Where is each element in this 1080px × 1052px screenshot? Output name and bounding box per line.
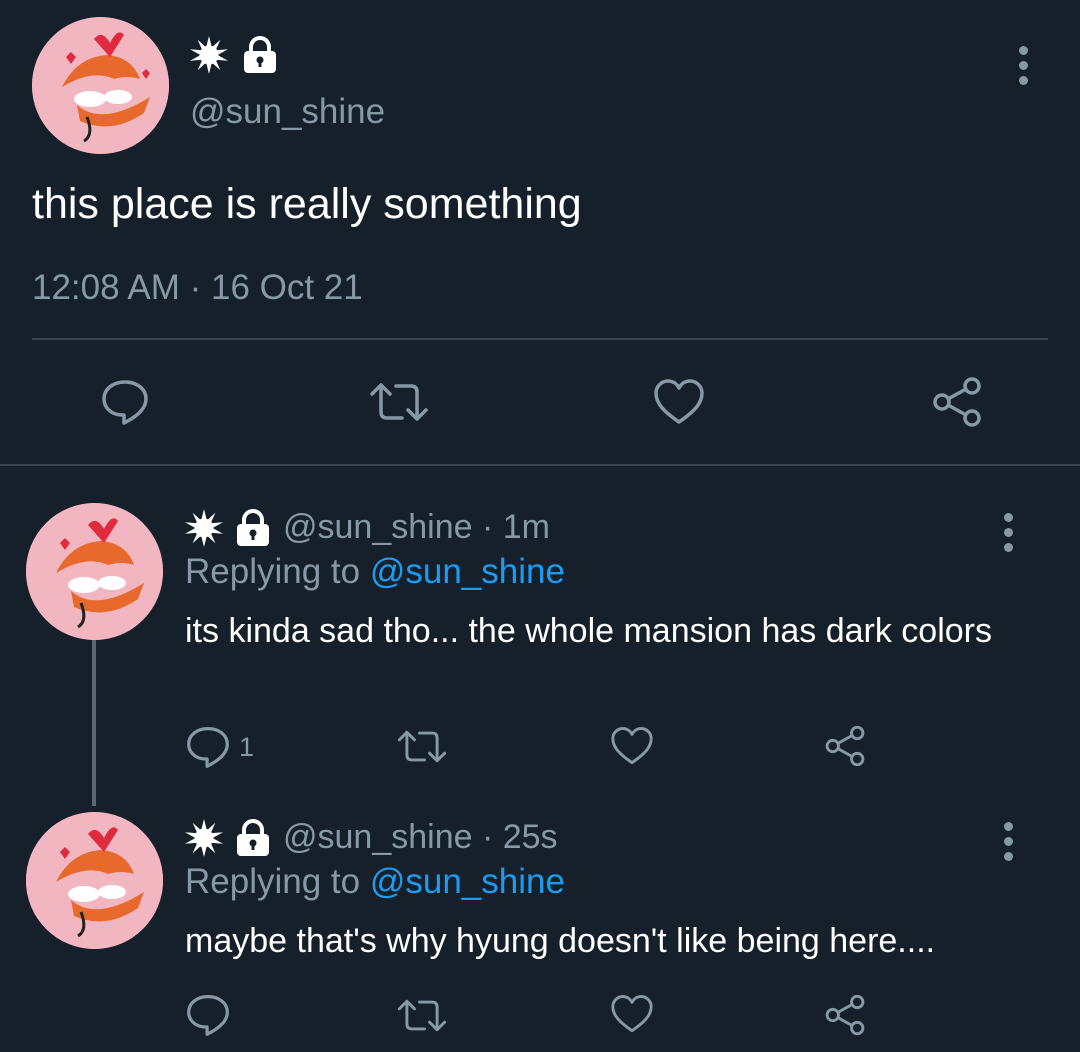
retweet-icon (370, 383, 428, 421)
more-options-icon[interactable] (1004, 513, 1013, 552)
like-button[interactable] (610, 726, 654, 766)
sun-icon (185, 508, 223, 547)
comment-icon (187, 994, 229, 1036)
like-button[interactable] (653, 378, 705, 426)
lock-icon (235, 818, 271, 857)
divider (0, 464, 1080, 466)
retweet-button[interactable] (368, 380, 430, 424)
comment-button[interactable]: 1 (185, 724, 254, 770)
reply-header: @sun_shine · 25s (185, 818, 558, 857)
share-button[interactable] (930, 377, 984, 427)
comment-icon (187, 726, 229, 768)
tweet-text: this place is really something (32, 180, 582, 228)
share-icon (933, 377, 981, 427)
user-handle[interactable]: @sun_shine (190, 92, 385, 132)
replying-to-link[interactable]: @sun_shine (370, 862, 565, 901)
tweet-timestamp: 12:08 AM · 16 Oct 21 (32, 268, 363, 307)
reply-handle-time[interactable]: @sun_shine · 1m (283, 508, 550, 547)
heart-icon (611, 727, 653, 765)
retweet-button[interactable] (396, 997, 448, 1034)
comment-button[interactable] (185, 992, 239, 1038)
comment-count: 1 (239, 731, 255, 762)
retweet-button[interactable] (396, 728, 448, 765)
avatar-image (32, 17, 169, 154)
reply-text: maybe that's why hyung doesn't like bein… (185, 922, 936, 960)
lock-icon (242, 36, 278, 74)
share-icon (825, 994, 865, 1036)
more-options-icon[interactable] (1019, 46, 1028, 85)
divider (32, 338, 1048, 340)
avatar[interactable] (26, 503, 163, 640)
reply-text: its kinda sad tho... the whole mansion h… (185, 612, 992, 650)
replying-to-label: Replying to (185, 552, 370, 591)
share-icon (825, 725, 865, 767)
sun-icon (185, 818, 223, 857)
user-name-icons (190, 36, 278, 74)
retweet-icon (397, 999, 447, 1032)
share-button[interactable] (823, 994, 867, 1036)
reply-header: @sun_shine · 1m (185, 508, 550, 547)
replying-to-link[interactable]: @sun_shine (370, 552, 565, 591)
more-options-icon[interactable] (1004, 822, 1013, 861)
replying-to-label: Replying to (185, 862, 370, 901)
avatar-image (26, 812, 163, 949)
avatar[interactable] (32, 17, 169, 154)
thread-connector (92, 640, 96, 806)
avatar[interactable] (26, 812, 163, 949)
lock-icon (235, 508, 271, 547)
replying-to: Replying to @sun_shine (185, 552, 565, 592)
like-button[interactable] (610, 994, 654, 1034)
heart-icon (654, 379, 704, 424)
replying-to: Replying to @sun_shine (185, 862, 565, 902)
comment-icon (102, 380, 148, 425)
reply-handle-time[interactable]: @sun_shine · 25s (283, 818, 558, 857)
avatar-image (26, 503, 163, 640)
heart-icon (611, 995, 653, 1033)
comment-button[interactable] (100, 377, 150, 427)
retweet-icon (397, 730, 447, 763)
sun-icon (190, 36, 228, 74)
share-button[interactable] (823, 725, 867, 767)
